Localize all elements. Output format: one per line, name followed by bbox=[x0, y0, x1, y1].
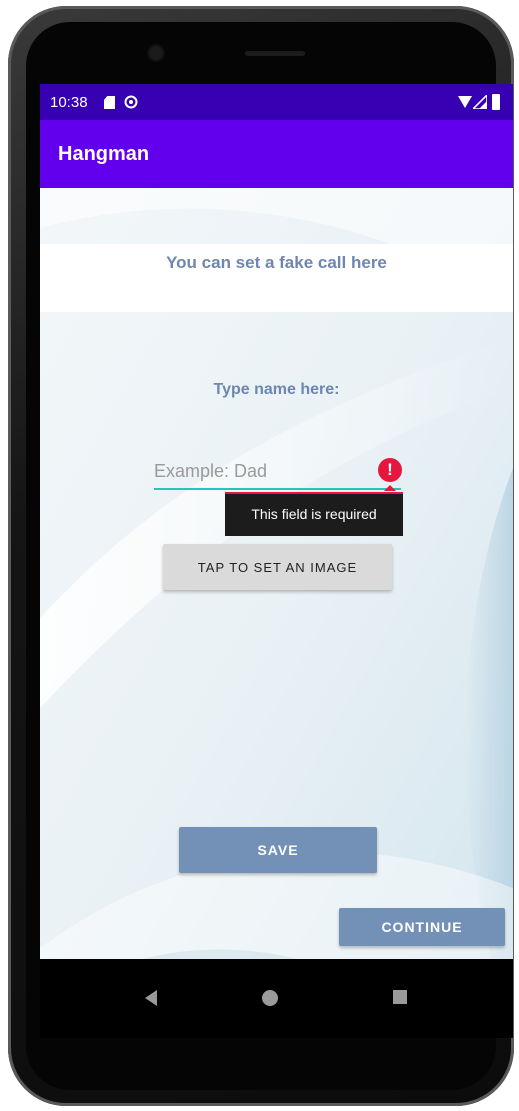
continue-button[interactable]: CONTINUE bbox=[339, 908, 505, 946]
banner-text: You can set a fake call here bbox=[166, 253, 387, 272]
home-icon[interactable] bbox=[262, 990, 278, 1006]
app-title: Hangman bbox=[58, 143, 150, 165]
phone-device-frame: 10:38 Hangman You can set a fake call he… bbox=[8, 6, 514, 1106]
name-label: Type name here: bbox=[213, 381, 340, 398]
sync-icon bbox=[124, 95, 138, 109]
error-tooltip: This field is required bbox=[225, 492, 403, 536]
set-image-button[interactable]: TAP TO SET AN IMAGE bbox=[163, 544, 392, 590]
recents-icon[interactable] bbox=[393, 990, 407, 1004]
status-bar: 10:38 bbox=[40, 84, 513, 120]
back-icon[interactable] bbox=[145, 990, 157, 1006]
front-camera bbox=[149, 46, 163, 60]
fake-call-banner: You can set a fake call here bbox=[40, 244, 513, 312]
name-input[interactable] bbox=[154, 454, 401, 490]
navigation-bar bbox=[40, 959, 513, 1038]
app-bar: Hangman bbox=[40, 120, 513, 188]
battery-icon bbox=[492, 94, 500, 110]
earpiece-speaker bbox=[245, 51, 305, 56]
phone-screen: 10:38 Hangman You can set a fake call he… bbox=[40, 84, 513, 1038]
wifi-icon bbox=[458, 96, 472, 108]
signal-icon bbox=[473, 95, 487, 109]
error-icon[interactable]: ! bbox=[378, 458, 402, 482]
save-button[interactable]: SAVE bbox=[179, 827, 377, 873]
error-tooltip-pointer bbox=[384, 485, 396, 491]
status-time: 10:38 bbox=[50, 94, 88, 111]
sd-card-icon bbox=[104, 96, 115, 109]
